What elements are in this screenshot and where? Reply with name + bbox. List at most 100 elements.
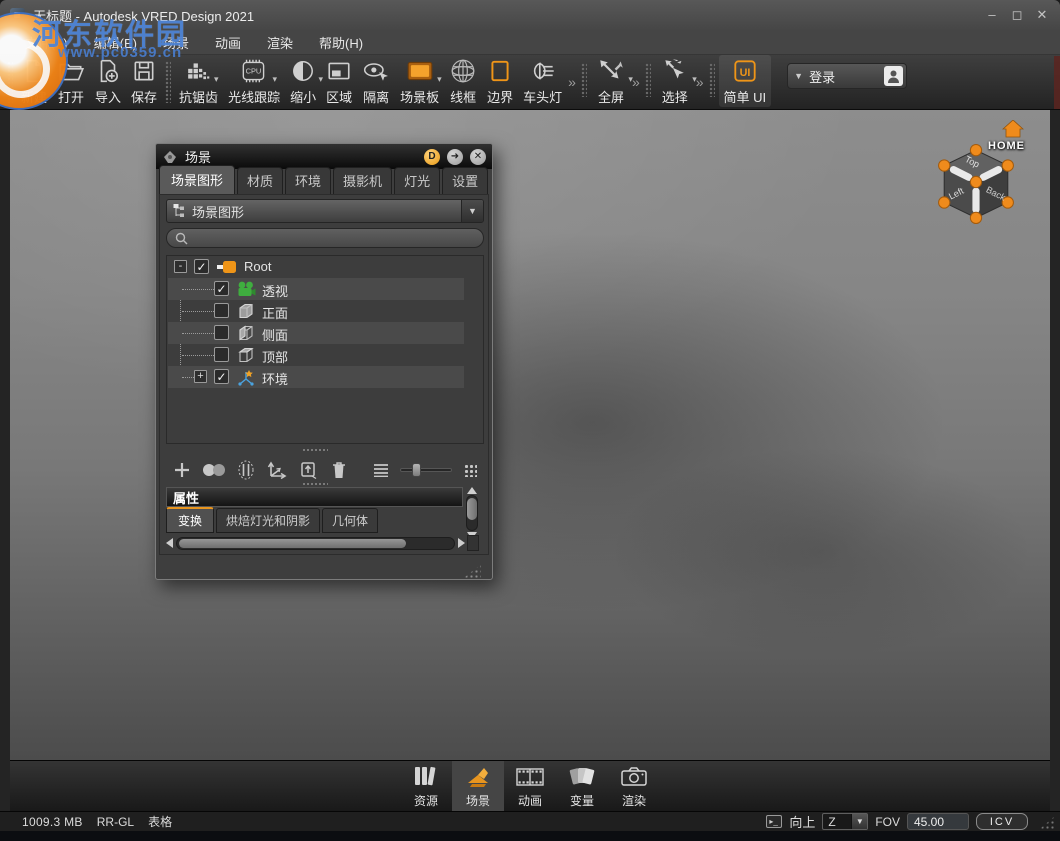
login-label: 登录 [809,67,835,86]
tab-settings[interactable]: 设置 [442,167,488,194]
environment-icon [236,368,256,386]
graph-type-select[interactable]: 场景图形 ▼ [166,199,484,223]
raytracing-button[interactable]: CPU 光线跟踪 [223,55,285,107]
tree-row-root[interactable]: - Root [168,256,464,278]
search-box[interactable] [166,228,484,248]
dock-scene[interactable]: 场景 [452,761,504,811]
icv-button[interactable]: ICV [976,813,1028,830]
scrollbar-thumb[interactable] [179,539,406,548]
icon-size-slider[interactable] [400,463,452,477]
visibility-checkbox[interactable] [214,303,229,318]
menu-animation[interactable]: 动画 [202,30,254,55]
menu-render[interactable]: 渲染 [254,30,306,55]
tab-transform[interactable]: 变换 [166,507,214,533]
vertical-scrollbar[interactable] [465,487,479,539]
user-avatar-icon [884,66,903,86]
toolbar-extension-chevron[interactable]: » [568,63,590,101]
visibility-checkbox[interactable] [194,259,209,274]
dock-animation[interactable]: 动画 [504,761,556,811]
undock-arrow-button[interactable]: ➜ [447,149,463,165]
watermark-edge-artifact [1054,56,1060,109]
tab-light[interactable]: 灯光 [394,167,440,194]
tree-row-top[interactable]: 顶部 [168,344,464,366]
boundary-button[interactable]: 边界 [482,55,518,107]
tree-row-side[interactable]: 侧面 [168,322,464,344]
transform-button[interactable] [266,460,288,480]
downscale-button[interactable]: 缩小 [285,55,321,107]
toolbar-drag-handle[interactable] [165,61,171,103]
add-node-button[interactable] [173,461,191,479]
delete-button[interactable] [330,460,348,480]
fullscreen-button[interactable]: 全屏 [591,55,631,107]
scroll-left-icon[interactable] [166,538,173,548]
panel-close-button[interactable]: ✕ [470,149,486,165]
properties-tabs: 变换 烘焙灯光和阴影 几何体 [166,511,378,533]
scrollbar-corner [467,535,479,551]
antialiasing-button[interactable]: 抗锯齿 [174,55,223,107]
select-button[interactable]: 选择 [655,55,695,107]
paste-button[interactable] [299,460,319,480]
fov-label: FOV [875,815,900,829]
tab-geometry[interactable]: 几何体 [322,508,378,533]
dock-assets[interactable]: 资源 [400,761,452,811]
view-cube[interactable]: HOME Top Left Back [930,118,1060,228]
simple-ui-button[interactable]: UI 简单 UI [719,55,772,107]
chevron-down-icon[interactable]: ▼ [461,200,483,222]
isolate-button[interactable]: 隔离 [357,55,395,107]
splitter-handle[interactable] [302,482,328,486]
dock-button[interactable]: D [424,149,440,165]
eye-cursor-icon [362,56,390,86]
tree-row-front[interactable]: 正面 [168,300,464,322]
toolbar-extension-chevron[interactable]: » [632,63,654,101]
mirror-button[interactable] [237,460,255,480]
up-axis-select[interactable]: Z ▼ [822,813,868,830]
grid-view-button[interactable] [463,463,477,477]
scene-panel-tabs: 场景图形 材质 环境 摄影机 灯光 设置 [159,170,489,194]
login-dropdown[interactable]: ▼ 登录 [787,63,907,89]
splitter-handle[interactable] [302,448,328,452]
status-bar: 1009.3 MB RR-GL 表格 ▸_ 向上 Z ▼ FOV ICV [0,811,1060,831]
wireframe-button[interactable]: 线框 [444,55,482,107]
scrollbar-thumb[interactable] [467,498,477,520]
dock-variants[interactable]: 变量 [556,761,608,811]
save-button[interactable]: 保存 [126,55,162,107]
tab-environment[interactable]: 环境 [285,167,331,194]
expand-icon[interactable]: + [194,370,207,383]
view-mode-label: 表格 [148,813,172,830]
minimize-button[interactable]: – [984,7,1000,23]
search-input[interactable] [193,231,475,245]
menu-help[interactable]: 帮助(H) [306,30,376,55]
cpu-icon: CPU [238,56,270,86]
dock-render[interactable]: 渲染 [608,761,660,811]
graph-type-value: 场景图形 [192,202,244,221]
tab-bake-light-shadow[interactable]: 烘焙灯光和阴影 [216,508,320,533]
home-icon[interactable] [1002,120,1024,138]
console-icon[interactable]: ▸_ [766,815,782,828]
fov-input[interactable] [907,813,969,830]
region-button[interactable]: 区域 [321,55,357,107]
tree-row-environment[interactable]: + 环境 [168,366,464,388]
list-view-button[interactable] [373,463,389,477]
tab-camera[interactable]: 摄影机 [333,167,392,194]
visibility-checkbox[interactable] [214,325,229,340]
visibility-checkbox[interactable] [214,369,229,384]
horizontal-scrollbar[interactable] [166,535,465,551]
headlight-button[interactable]: 车头灯 [518,55,567,107]
maximize-button[interactable]: ◻ [1009,7,1025,23]
toolbar-extension-chevron[interactable]: » [696,63,718,101]
sceneplate-button[interactable]: 场景板 [395,55,444,107]
import-button[interactable]: 导入 [90,55,126,107]
visibility-checkbox[interactable] [214,281,229,296]
close-button[interactable]: ✕ [1034,7,1050,23]
view-cube-body[interactable]: Top Left Back [936,144,1016,224]
chevron-down-icon[interactable]: ▼ [851,814,867,829]
duplicate-button[interactable] [202,463,226,477]
tree-row-perspective[interactable]: 透视 [168,278,464,300]
visibility-checkbox[interactable] [214,347,229,362]
collapse-icon[interactable]: - [174,260,187,273]
panel-resize-grip[interactable] [464,564,481,578]
tab-material[interactable]: 材质 [237,167,283,194]
tab-scenegraph[interactable]: 场景图形 [159,165,235,194]
scroll-up-icon[interactable] [467,487,477,494]
scroll-right-icon[interactable] [458,538,465,548]
